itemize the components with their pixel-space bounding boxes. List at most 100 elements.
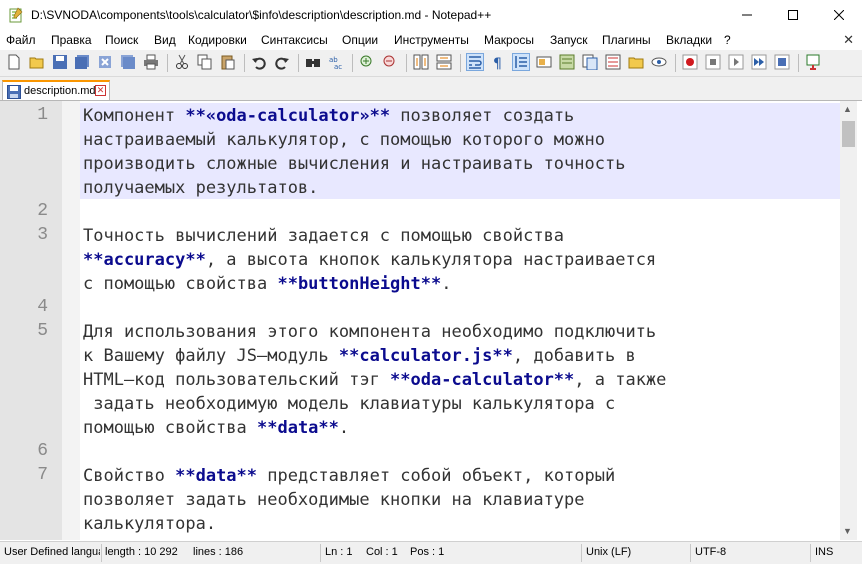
text-line: помощью свойства **data**. — [83, 416, 349, 440]
function-list-icon[interactable] — [605, 54, 621, 70]
editor-area[interactable]: 1 2 3 4 5 6 7 Компонент **«oda-calculato… — [0, 101, 862, 540]
close-file-icon[interactable] — [97, 54, 113, 70]
print-icon[interactable] — [143, 54, 159, 70]
close-document-icon[interactable]: ✕ — [843, 32, 854, 48]
close-button[interactable] — [816, 0, 862, 30]
maximize-button[interactable] — [770, 0, 816, 30]
status-pos: Pos : 1 — [410, 546, 445, 558]
text-segment: HTML–код пользовательский тэг — [83, 370, 391, 390]
menu-bar: Файл Правка Поиск Вид Кодировки Синтакси… — [0, 30, 862, 50]
line-number: 1 — [37, 105, 48, 125]
bold-text: **«oda-calculator»** — [185, 106, 391, 126]
minimize-icon — [742, 14, 752, 16]
save-macro-icon[interactable] — [774, 54, 790, 70]
line-number: 2 — [37, 201, 48, 221]
svg-text:¶: ¶ — [493, 56, 502, 70]
doc-map-icon[interactable] — [559, 54, 575, 70]
run-multiple-macro-icon[interactable] — [751, 54, 767, 70]
tab-close-icon[interactable]: ✕ — [95, 85, 106, 96]
text-segment: , а также — [574, 370, 667, 390]
status-lines: lines : 186 — [193, 546, 244, 558]
show-all-chars-icon[interactable]: ¶ — [490, 54, 506, 70]
title-bar: D:\SVNODA\components\tools\calculator\$i… — [0, 0, 862, 30]
close-all-icon[interactable] — [120, 54, 136, 70]
new-file-icon[interactable] — [6, 54, 22, 70]
text-segment: с помощью свойства — [83, 274, 278, 294]
menu-plugins[interactable]: Плагины — [602, 33, 651, 47]
menu-help[interactable]: ? — [724, 33, 731, 47]
open-file-icon[interactable] — [29, 54, 45, 70]
menu-settings[interactable]: Опции — [342, 33, 378, 47]
text-segment: представляет собой объект, который — [257, 466, 616, 486]
save-icon[interactable] — [52, 54, 68, 70]
menu-run[interactable]: Запуск — [550, 33, 588, 47]
menu-tools[interactable]: Инструменты — [394, 33, 469, 47]
status-eol: Unix (LF) — [586, 546, 632, 558]
fold-margin[interactable] — [62, 101, 80, 540]
bold-text: **oda-calculator** — [390, 370, 575, 390]
cut-icon[interactable] — [174, 54, 190, 70]
sync-vertical-icon[interactable] — [413, 54, 429, 70]
text-line: получаемых результатов. — [83, 178, 319, 198]
doc-list-icon[interactable] — [582, 54, 598, 70]
indent-guide-icon[interactable] — [512, 53, 530, 71]
menu-encoding[interactable]: Кодировки — [188, 33, 247, 47]
record-macro-icon[interactable] — [682, 54, 698, 70]
tab-bar: description.md ✕ — [0, 77, 862, 101]
udl-icon[interactable] — [536, 54, 552, 70]
minimize-button[interactable] — [724, 0, 770, 30]
tab-label: description.md — [24, 85, 96, 97]
tab-description-md[interactable]: description.md ✕ — [2, 80, 110, 100]
text-segment: . — [338, 418, 350, 438]
status-ln: Ln : 1 — [325, 546, 353, 558]
bold-text: **buttonHeight** — [277, 274, 442, 294]
text-line: Свойство **data** представляет собой объ… — [83, 464, 615, 488]
scroll-down-icon[interactable]: ▼ — [843, 526, 852, 536]
status-language: User Defined language file - Markdown — [4, 546, 100, 558]
status-insert-mode: INS — [815, 546, 834, 558]
text-line: Компонент **«oda-calculator»** позволяет… — [83, 104, 574, 128]
word-wrap-icon[interactable] — [466, 53, 484, 71]
sync-horizontal-icon[interactable] — [436, 54, 452, 70]
replace-icon[interactable]: abac — [328, 54, 344, 70]
line-number: 6 — [37, 441, 48, 461]
window-title: D:\SVNODA\components\tools\calculator\$i… — [31, 8, 492, 22]
line-number: 4 — [37, 297, 48, 317]
menu-macro[interactable]: Макросы — [484, 33, 534, 47]
bold-text: **data** — [175, 466, 258, 486]
monitoring-icon[interactable] — [651, 54, 667, 70]
paste-icon[interactable] — [220, 54, 236, 70]
menu-edit[interactable]: Правка — [51, 33, 92, 47]
text-line: настраиваемый калькулятор, с помощью кот… — [83, 130, 605, 150]
save-all-icon[interactable] — [74, 54, 90, 70]
text-line: производить сложные вычисления и настраи… — [83, 154, 626, 174]
redo-icon[interactable] — [274, 54, 290, 70]
scroll-up-icon[interactable]: ▲ — [843, 104, 852, 114]
stop-macro-icon[interactable] — [705, 54, 721, 70]
scroll-thumb[interactable] — [842, 121, 855, 147]
play-macro-icon[interactable] — [728, 54, 744, 70]
menu-file[interactable]: Файл — [6, 33, 36, 47]
zoom-in-icon[interactable] — [359, 54, 375, 70]
text-line: с помощью свойства **buttonHeight**. — [83, 272, 451, 296]
copy-icon[interactable] — [197, 54, 213, 70]
undo-icon[interactable] — [251, 54, 267, 70]
folder-workspace-icon[interactable] — [628, 54, 644, 70]
menu-language[interactable]: Синтаксисы — [261, 33, 328, 47]
vertical-scrollbar[interactable]: ▲ ▼ — [840, 101, 857, 540]
menu-window[interactable]: Вкладки — [666, 33, 712, 47]
bold-text: **data** — [257, 418, 339, 438]
toolbar: ab ac ¶ — [0, 50, 862, 77]
menu-search[interactable]: Поиск — [105, 33, 138, 47]
line-number: 5 — [37, 321, 48, 341]
notepadpp-logo-icon — [9, 7, 23, 23]
text-line: задать необходимую модель клавиатуры кал… — [83, 394, 616, 414]
menu-view[interactable]: Вид — [154, 33, 176, 47]
plugin-launcher-icon[interactable] — [805, 54, 821, 70]
find-icon[interactable] — [305, 54, 321, 70]
status-length: length : 10 292 — [105, 546, 178, 558]
bold-text: **accuracy** — [83, 250, 206, 270]
text-line: Для использования этого компонента необх… — [83, 322, 657, 342]
zoom-out-icon[interactable] — [382, 54, 398, 70]
bold-text: **calculator.js** — [338, 346, 513, 366]
